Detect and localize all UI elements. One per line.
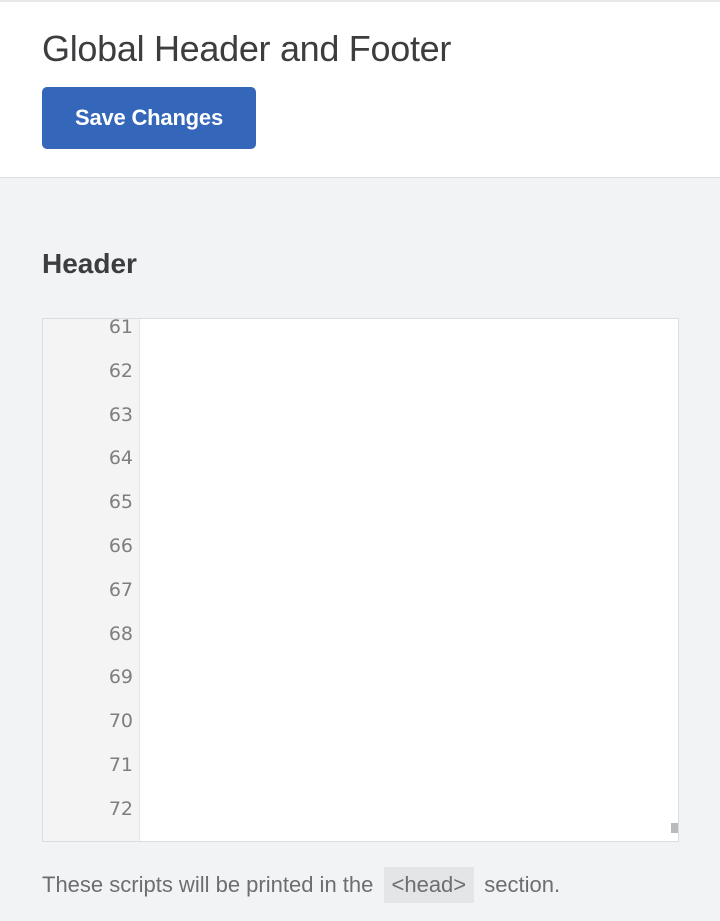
header-code-editor[interactable]: 61 62 63 64 65 66 67 68 69 70 71 72	[42, 318, 679, 842]
line-number: 72	[108, 797, 133, 820]
line-number: 66	[108, 535, 133, 557]
line-number: 68	[108, 622, 133, 645]
line-number: 70	[108, 710, 133, 733]
line-number: 61	[108, 318, 133, 338]
save-changes-button[interactable]: Save Changes	[42, 87, 256, 149]
line-number: 64	[108, 447, 133, 470]
help-text-before: These scripts will be printed in the	[42, 872, 374, 897]
line-number: 71	[108, 754, 133, 776]
line-number: 69	[108, 666, 133, 689]
line-number: 62	[108, 359, 133, 382]
line-number: 63	[108, 403, 133, 426]
page-header: Global Header and Footer Save Changes	[0, 0, 720, 178]
line-number: 65	[108, 491, 133, 514]
page-title: Global Header and Footer	[42, 28, 452, 69]
help-text-after: section.	[484, 872, 561, 897]
scrollbar-thumb[interactable]	[671, 823, 678, 833]
header-help-text: These scripts will be printed in the <he…	[42, 867, 560, 903]
line-number: 67	[108, 578, 133, 601]
line-number-gutter: 61 62 63 64 65 66 67 68 69 70 71 72	[43, 319, 140, 841]
header-section-title: Header	[42, 248, 137, 279]
head-tag-code: <head>	[383, 867, 475, 903]
